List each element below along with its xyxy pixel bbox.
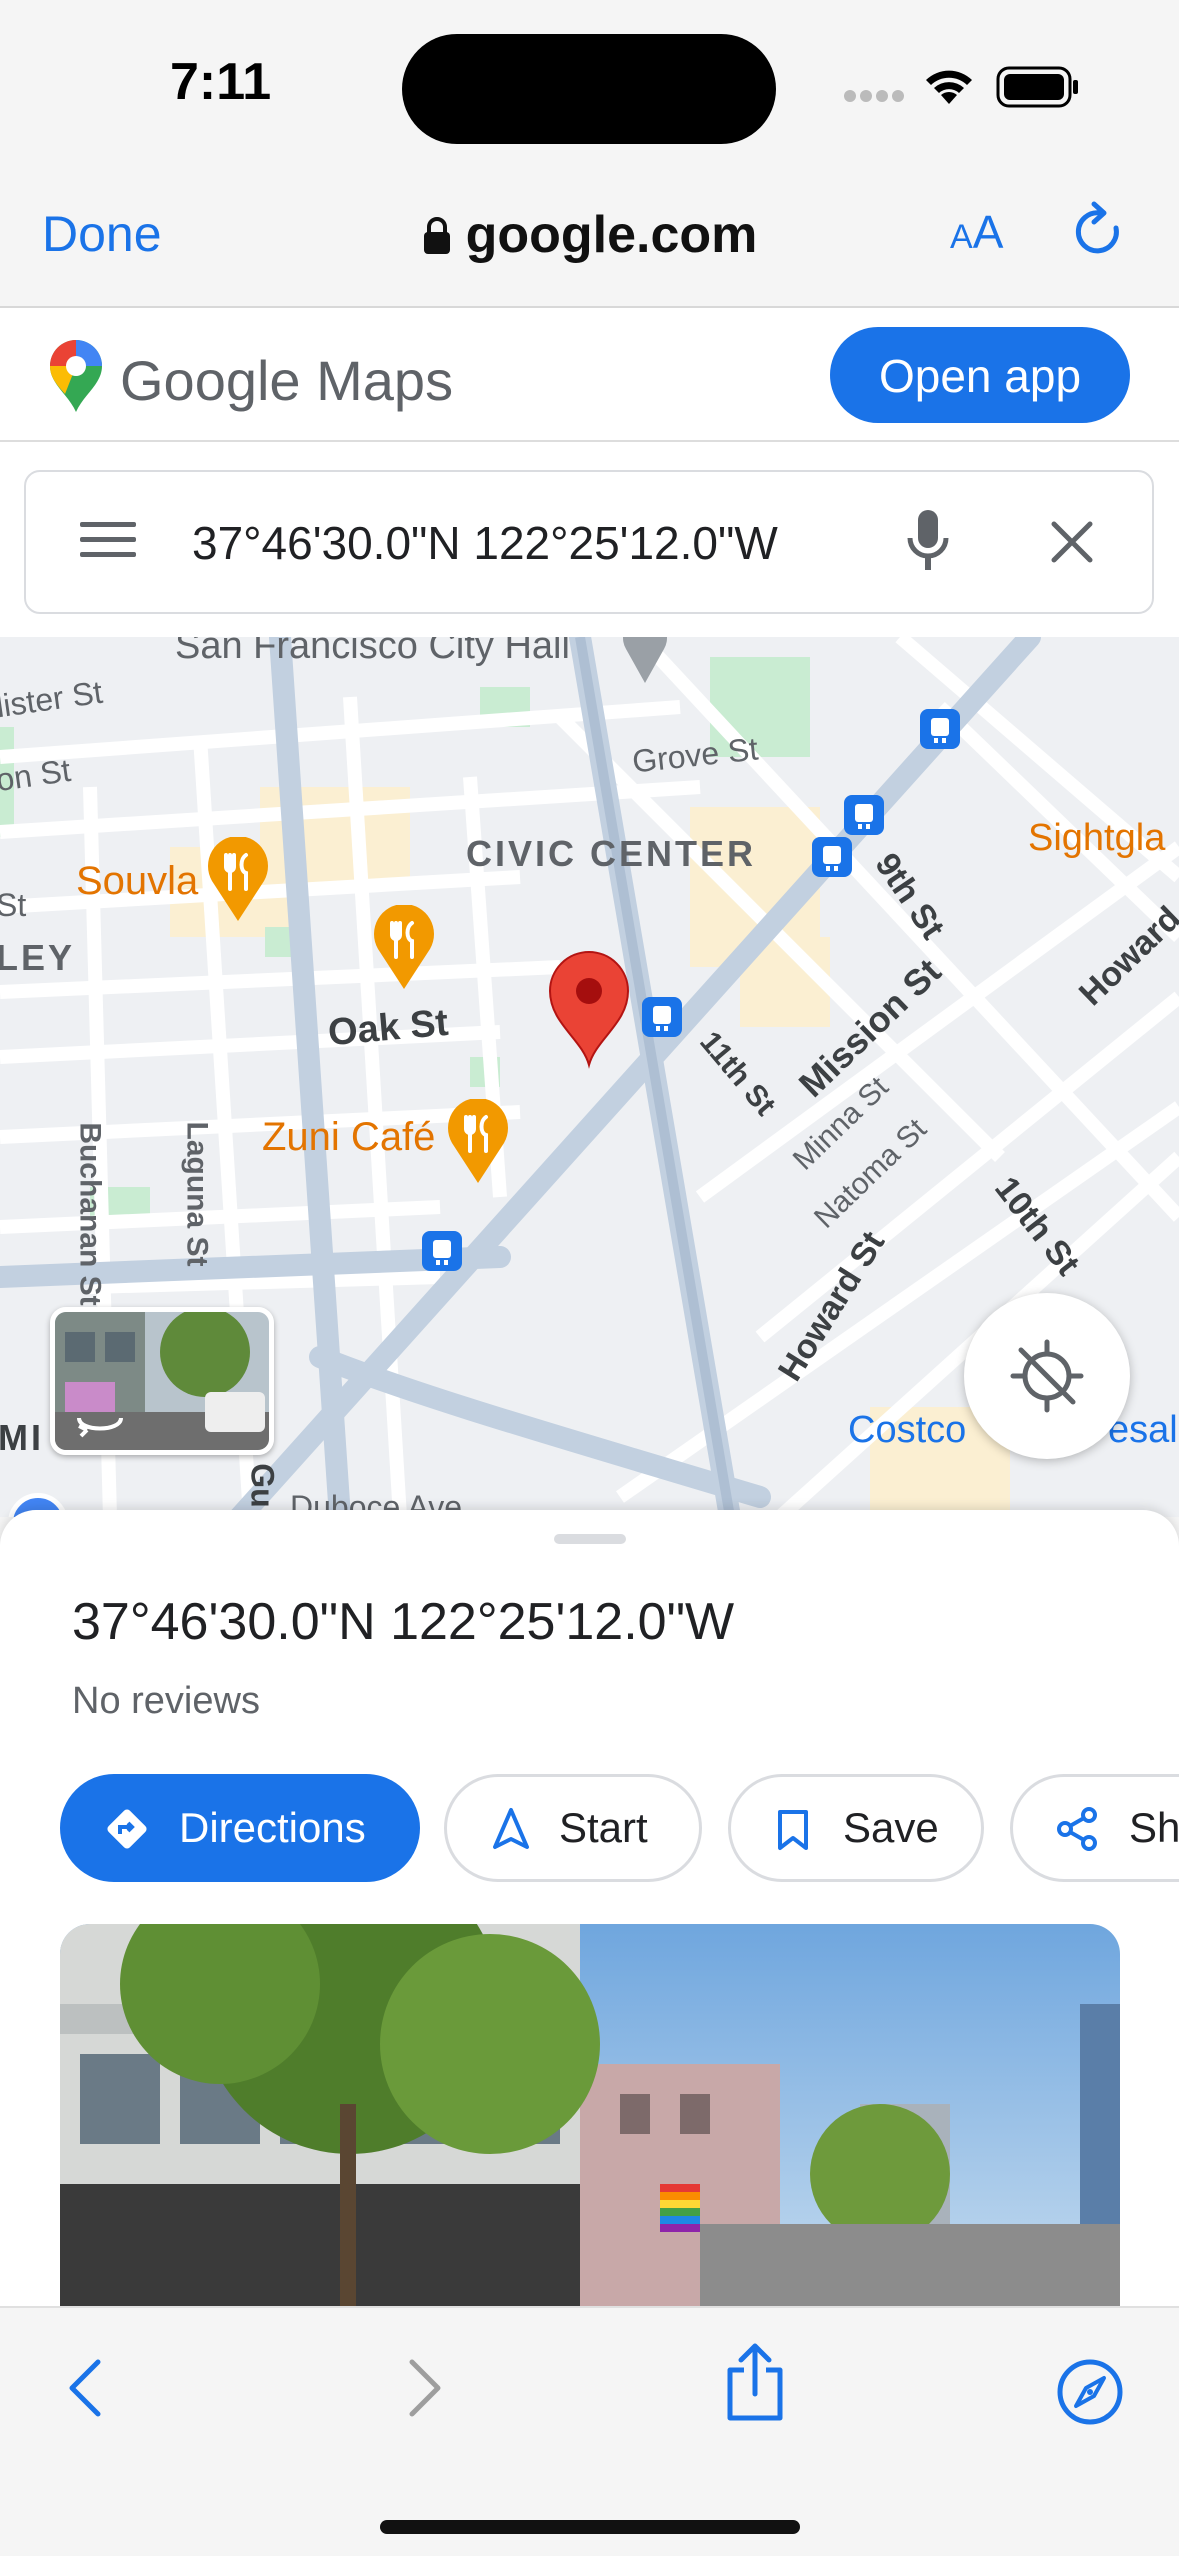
share-label: Sha xyxy=(1129,1804,1179,1851)
map-label-buchanan-st: Buchanan St xyxy=(73,1122,107,1306)
rotate-360-icon xyxy=(77,1417,123,1438)
directions-label: Directions xyxy=(179,1804,366,1851)
google-maps-logo-text: Google Maps xyxy=(120,349,454,412)
text-size-button[interactable]: AA xyxy=(950,205,1003,259)
back-icon[interactable] xyxy=(66,2358,106,2418)
reload-icon[interactable] xyxy=(1070,200,1130,264)
browser-bottom-toolbar xyxy=(0,2306,1179,2556)
map-label-ley: LEY xyxy=(0,937,76,978)
street-view-photo[interactable] xyxy=(60,1924,1120,2310)
location-disabled-icon xyxy=(1010,1339,1084,1413)
street-view-thumbnail[interactable] xyxy=(50,1307,274,1455)
done-button[interactable]: Done xyxy=(42,205,162,263)
selected-location-pin-icon[interactable] xyxy=(546,949,632,1069)
transit-icon[interactable] xyxy=(812,837,852,877)
start-label: Start xyxy=(559,1804,648,1851)
place-details-sheet: 37°46'30.0"N 122°25'12.0"W No reviews Di… xyxy=(0,1510,1179,2310)
search-area: 37°46'30.0"N 122°25'12.0"W xyxy=(0,442,1179,637)
street-photo-image xyxy=(60,1924,1120,2310)
save-label: Save xyxy=(843,1804,939,1851)
landmark-pin-icon xyxy=(623,637,667,683)
transit-icon[interactable] xyxy=(920,709,960,749)
lock-icon xyxy=(423,217,450,254)
map-label-souvla: Souvla xyxy=(76,859,199,903)
google-maps-pin-logo-icon xyxy=(50,340,102,412)
map-label-sightglass: Sightgla xyxy=(1028,817,1166,859)
save-button[interactable]: Save xyxy=(728,1774,984,1882)
forward-icon[interactable] xyxy=(404,2358,444,2418)
status-time: 7:11 xyxy=(170,53,272,111)
start-button[interactable]: Start xyxy=(444,1774,702,1882)
menu-icon[interactable] xyxy=(80,520,136,560)
home-indicator[interactable] xyxy=(380,2520,800,2534)
restaurant-pin-icon[interactable] xyxy=(206,837,270,923)
battery-icon xyxy=(996,66,1078,108)
map-label-gu: Gu xyxy=(244,1463,281,1508)
cellular-signal-icon xyxy=(844,90,904,102)
map-label-st: St xyxy=(0,887,27,923)
open-app-button[interactable]: Open app xyxy=(830,327,1130,423)
maps-header: Google Maps Open app xyxy=(0,308,1179,442)
map-label-civic-center: CIVIC CENTER xyxy=(466,833,757,874)
microphone-icon[interactable] xyxy=(906,508,950,574)
share-button[interactable]: Sha xyxy=(1010,1774,1179,1882)
restaurant-pin-icon[interactable] xyxy=(372,905,436,991)
sheet-drag-handle[interactable] xyxy=(554,1534,626,1544)
restaurant-pin-icon[interactable] xyxy=(446,1099,510,1185)
directions-icon xyxy=(107,1809,147,1849)
directions-button[interactable]: Directions xyxy=(60,1774,420,1882)
transit-icon[interactable] xyxy=(422,1231,462,1271)
compass-icon[interactable] xyxy=(1056,2358,1124,2426)
place-title: 37°46'30.0"N 122°25'12.0"W xyxy=(72,1593,735,1651)
navigation-arrow-icon xyxy=(493,1808,529,1849)
status-bar: 7:11 xyxy=(0,0,1179,160)
map-label-city-hall: San Francisco City Hall xyxy=(175,637,570,667)
browser-top-bar: google.com Done AA AA xyxy=(0,160,1179,308)
map-label-mi: MI xyxy=(0,1417,44,1458)
search-input[interactable]: 37°46'30.0"N 122°25'12.0"W xyxy=(192,516,778,570)
map-label-laguna-st: Laguna St xyxy=(180,1121,214,1267)
map-label-costco: Costco xyxy=(848,1409,967,1451)
map-label-zuni-cafe: Zuni Café xyxy=(262,1115,436,1159)
share-icon xyxy=(1057,1807,1097,1851)
share-sheet-icon[interactable] xyxy=(724,2342,786,2422)
transit-icon[interactable] xyxy=(642,997,682,1037)
clear-search-icon[interactable] xyxy=(1050,520,1094,564)
reviews-text: No reviews xyxy=(72,1680,260,1722)
transit-icon[interactable] xyxy=(844,795,884,835)
url-text: google.com xyxy=(465,206,758,264)
search-box[interactable]: 37°46'30.0"N 122°25'12.0"W xyxy=(24,470,1154,614)
my-location-button[interactable] xyxy=(964,1293,1130,1459)
wifi-icon xyxy=(926,70,972,104)
dynamic-island xyxy=(402,34,776,144)
bookmark-icon xyxy=(778,1810,808,1850)
